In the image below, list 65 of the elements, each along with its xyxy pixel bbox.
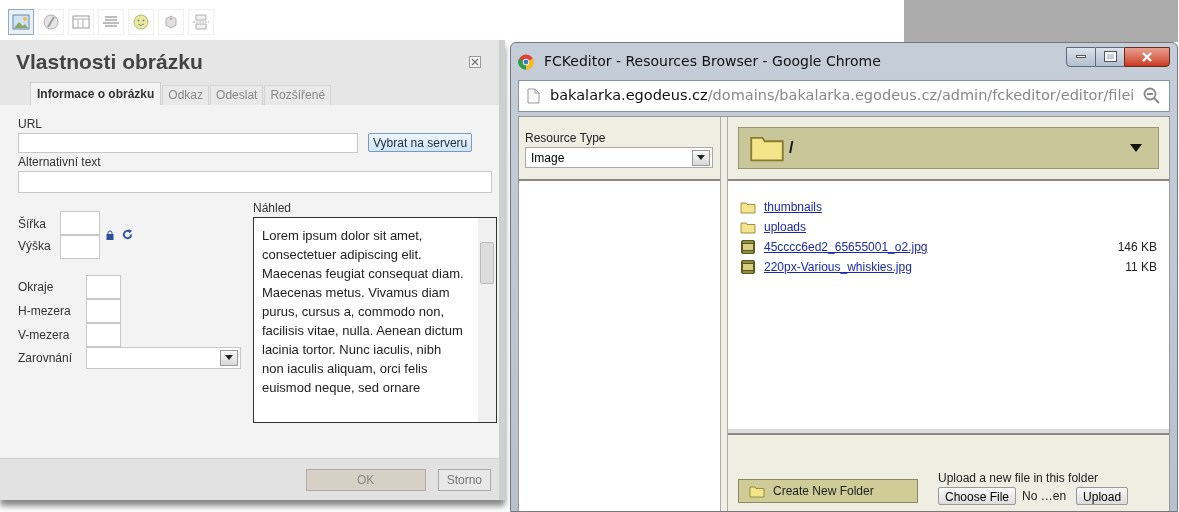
lock-icon[interactable] [106,229,114,240]
image-file-icon [740,259,756,275]
disc-icon [41,12,61,32]
url-field[interactable] [18,132,358,153]
field-label: Náhled [253,199,293,217]
folder-link[interactable]: uploads [764,218,807,236]
browse-server-button[interactable]: Vybrat na serveru [368,133,473,152]
number-field[interactable] [86,298,121,323]
number-field[interactable] [60,210,100,235]
resource-type-dropdown[interactable]: Image [525,147,713,168]
url-text: bakalarka.egodeus.cz/domains/bakalarka.egodeus.cz/admin/fckeditor/editor/filei [550,86,1135,106]
dropdown-arrow-icon[interactable] [1130,144,1142,152]
minimize-button[interactable] [1066,46,1096,67]
dialog-tab[interactable]: Informace o obrázku [30,81,162,105]
zoom-out-icon[interactable] [1143,87,1161,105]
alt-text-field[interactable] [18,170,492,193]
smiley-icon [131,12,151,32]
field-label: Zarovnání [18,349,74,367]
dialog-button[interactable]: Storno [437,468,491,491]
file-size: 11 KB [1125,259,1157,276]
folder-icon [749,484,765,498]
table-icon [71,12,91,32]
close-icon [1141,51,1153,62]
field-label: Výška [18,237,52,255]
scrollbar[interactable] [478,217,496,422]
page-break-icon [191,12,211,32]
create-folder-button[interactable]: Create New Folder [738,479,918,503]
page-icon [527,88,540,104]
toolbar-button[interactable] [8,9,34,35]
field-label: Šířka [18,215,47,233]
image-file-icon [740,239,756,255]
folder-link[interactable]: thumbnails [764,198,823,216]
window-title: FCKeditor - Resources Browser - Google Chrome [544,52,881,71]
number-field[interactable] [86,274,121,299]
minimize-icon [1076,55,1086,58]
reset-icon[interactable] [122,229,133,240]
maximize-button[interactable] [1096,46,1124,67]
browser-logo-icon [518,53,534,70]
upload-label: Upload a new file in this folder [938,470,1100,487]
field-label: Alternativní text [18,153,102,171]
folder-icon [740,220,756,234]
file-size: 146 KB [1117,239,1157,256]
field-label: V-mezera [18,326,71,344]
number-field[interactable] [60,234,100,259]
close-icon[interactable] [469,55,481,68]
field-label: URL [18,115,43,133]
maximize-icon [1104,52,1116,61]
folder-bar[interactable]: / [738,127,1159,169]
close-button[interactable] [1124,46,1170,67]
address-bar[interactable]: bakalarka.egodeus.cz/domains/bakalarka.egodeus.cz/admin/fckeditor/editor/filei [518,80,1170,112]
file-status: No …en [1022,488,1067,505]
choose-file-button[interactable]: Choose File [938,487,1017,505]
file-link[interactable]: 45cccc6ed2_65655001_o2.jpg [764,238,928,256]
file-link[interactable]: 220px-Various_whiskies.jpg [764,258,912,276]
field-label: Okraje [18,278,55,296]
upload-button[interactable]: Upload [1076,487,1129,505]
field-label: H-mezera [18,302,72,320]
current-folder: / [789,138,794,158]
align-dropdown[interactable] [86,346,241,369]
image-icon [11,12,31,32]
preview-text: Lorem ipsum dolor sit amet, consectetuer adipiscing elit. Maecenas feugiat consequat diam. Maecenas metus. Vivamus diam purus, cursus a, commodo non, facilisis vitae, nulla. Aenean dictum lacinia tortor. Nunc iaculis, nibh non iaculis aliquam, orci felis euismod neque, sed ornare [261,226,465,397]
dialog-title: Vlastnosti obrázku [16,49,203,75]
folder-icon [740,200,756,214]
field-label: Resource Type [525,130,607,147]
number-field[interactable] [86,322,121,347]
